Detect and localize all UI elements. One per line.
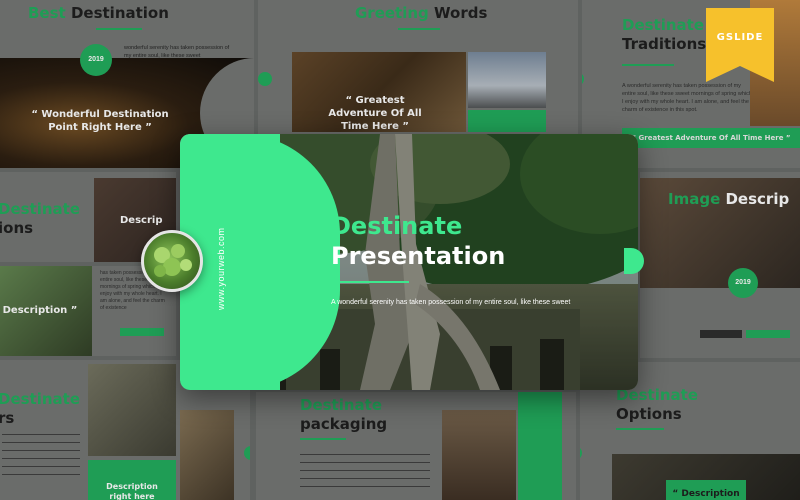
photo-caption: Description ” [2, 305, 78, 316]
nav-dot [580, 446, 582, 460]
green-column [518, 392, 562, 500]
slide-title: Greeting Words [355, 4, 488, 22]
church-photo [468, 52, 546, 108]
arch-photo [442, 410, 516, 500]
photo-caption: “ Greatest Adventure Of All Time Here ” [328, 95, 422, 132]
nav-dot [244, 446, 250, 460]
slide-snippet: wonderful serenity has taken possession … [124, 45, 230, 59]
slide-title: Destinate Traditions [622, 16, 707, 53]
main-title: Presentation [331, 242, 506, 270]
slide-title: Image Descrip [668, 190, 790, 208]
title-underline [300, 438, 346, 440]
main-subtitle: A wonderful serenity has taken possessio… [331, 299, 571, 306]
avatar-photo [141, 230, 203, 292]
gslide-badge: GSLIDE [706, 8, 774, 82]
title-underline [622, 64, 674, 66]
slide-right-mid[interactable]: Image Descrip 2019 [640, 172, 800, 358]
main-title-accent: Destinate [331, 212, 463, 240]
read-more-button[interactable] [120, 328, 164, 336]
badge-shape [706, 8, 774, 82]
main-slide[interactable]: www.yourweb.com Destinate Presentation A… [180, 134, 638, 390]
title-underline [96, 28, 142, 30]
year-badge: 2019 [80, 44, 112, 76]
nav-dot [258, 72, 272, 86]
title-underline [331, 281, 409, 283]
slide-title: Destinate Options [616, 386, 699, 423]
title-underline [616, 428, 664, 430]
website-url[interactable]: www.yourweb.com [216, 227, 226, 310]
slide-greeting-words[interactable]: Greeting Words “ Greatest Adventure Of A… [258, 0, 578, 140]
green-bar [468, 110, 546, 132]
caption-text: “ Greatest Adventure Of All Time Here ” [631, 134, 791, 142]
caption-text: Description right here [106, 482, 158, 500]
prev-button[interactable] [700, 330, 742, 338]
slide-body [2, 434, 80, 482]
caption-text: “ Description [672, 489, 740, 499]
slide-title: Best Destination [28, 4, 169, 22]
slide-body: A wonderful serenity has taken possessio… [622, 83, 752, 113]
slide-title: Destinate rs [0, 390, 81, 427]
tree-photo [180, 410, 234, 500]
nav-dot [582, 72, 584, 86]
next-button[interactable] [746, 330, 790, 338]
photo-caption: Descrip [120, 215, 163, 226]
title-underline [398, 28, 440, 30]
slide-packaging[interactable]: Destinate packaging [256, 392, 576, 500]
slide-body [300, 454, 430, 490]
year-badge: 2019 [728, 268, 758, 298]
slide-title: Destinate packaging [300, 396, 388, 433]
photo-caption: “ Wonderful Destination Point Right Here… [31, 109, 169, 133]
slide-title: Destinate ions [0, 200, 81, 237]
ruins-photo [88, 364, 176, 456]
badge-label: GSLIDE [716, 32, 764, 43]
